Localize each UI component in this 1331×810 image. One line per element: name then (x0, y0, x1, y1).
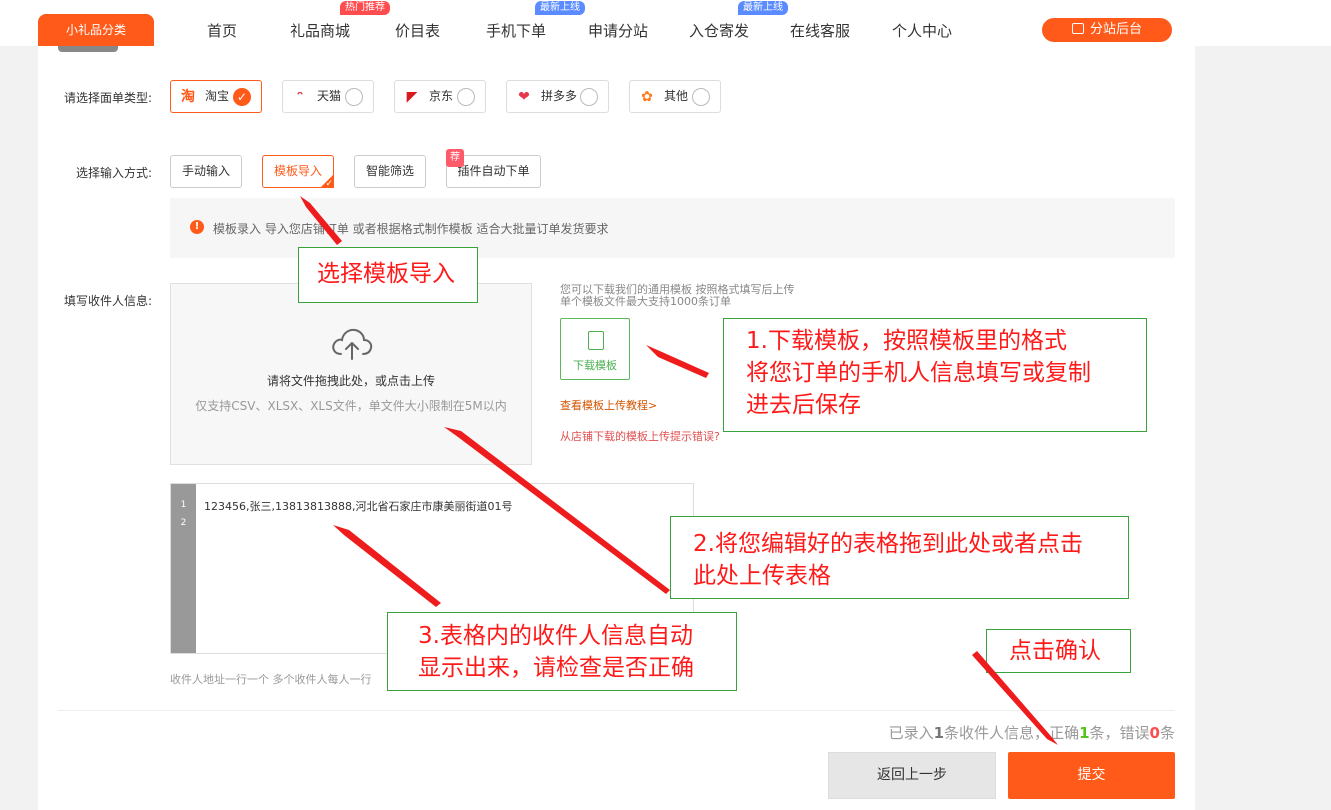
summary-total: 1 (933, 724, 945, 742)
substation-admin-label: 分站后台 (1089, 22, 1142, 37)
recipient-label: 填写收件人信息: (64, 294, 153, 308)
line-number: 2 (180, 518, 187, 528)
summary-text: 条收件人信息， (944, 724, 1050, 742)
other-icon: ✿ (641, 89, 653, 105)
nav-price-list[interactable]: 价目表 (395, 20, 440, 41)
summary-correct-count: 1 (1079, 724, 1090, 742)
substation-admin-button[interactable]: 分站后台 (1042, 18, 1172, 42)
nav-gift-mall[interactable]: 礼品商城 (290, 20, 350, 41)
summary-text: 已录入 (888, 724, 934, 742)
callout-text: 1.下载模板，按照模板里的格式 (746, 328, 1067, 354)
upload-error-help-link[interactable]: 从店铺下载的模板上传提示错误? (560, 428, 720, 444)
notice-text: 模板录入 导入您店铺订单 或者根据格式制作模板 适合大批量订单发货要求 (213, 222, 609, 236)
platform-label: 淘宝 (205, 89, 230, 103)
platform-tmall[interactable]: ᵔ 天猫 (282, 80, 374, 113)
store-icon (1071, 23, 1084, 34)
platform-label: 拼多多 (541, 89, 578, 103)
summary-error-count: 0 (1149, 724, 1160, 742)
editor-hint: 收件人地址一行一个 多个收件人每人一行 (170, 673, 372, 686)
summary-text: 确 (1064, 724, 1080, 742)
mode-manual-input[interactable]: 手动输入 (170, 155, 242, 188)
download-template-label: 下载模板 (573, 359, 617, 372)
callout-step2: 2.将您编辑好的表格拖到此处或者点击 此处上传表格 (670, 516, 1129, 599)
download-file-icon (588, 331, 604, 350)
summary-text: 条，错误 (1089, 724, 1150, 742)
callout-text: 3.表格内的收件人信息自动 (418, 623, 693, 649)
warning-icon: ! (190, 220, 204, 234)
new-badge: 最新上线 (738, 1, 788, 15)
nav-warehouse-shipping[interactable]: 入仓寄发 (689, 20, 749, 41)
platform-label: 天猫 (317, 89, 342, 103)
back-button[interactable]: 返回上一步 (828, 752, 996, 799)
callout-step1: 1.下载模板，按照模板里的格式 将您订单的手机人信息填写或复制 进去后保存 (723, 318, 1147, 432)
platform-taobao[interactable]: 淘 淘宝 ✓ (170, 80, 262, 113)
tmall-icon: ᵔ (296, 89, 304, 105)
radio-icon (345, 88, 363, 106)
top-nav-bar: 小礼品分类 首页 礼品商城 热门推荐 价目表 手机下单 最新上线 申请分站 入仓… (0, 0, 1331, 46)
callout-text: 进去后保存 (746, 392, 861, 418)
callout-text: 将您订单的手机人信息填写或复制 (746, 360, 1091, 386)
upload-secondary-text: 仅支持CSV、XLSX、XLS文件，单文件大小限制在5M以内 (195, 399, 507, 413)
nav-home[interactable]: 首页 (207, 20, 237, 41)
hot-badge: 热门推荐 (340, 1, 390, 15)
callout-select-template: 选择模板导入 (298, 247, 478, 303)
check-icon: ✓ (233, 88, 251, 106)
submit-button[interactable]: 提交 (1008, 752, 1175, 799)
platform-label: 其他 (664, 89, 689, 103)
mode-template-import[interactable]: 模板导入 ✓ (262, 155, 334, 189)
mode-label: 智能筛选 (365, 164, 414, 178)
callout-text: 点击确认 (1009, 638, 1101, 664)
callout-text: 选择模板导入 (317, 261, 455, 287)
taobao-icon: 淘 (181, 89, 195, 105)
platform-label: 请选择面单类型: (64, 91, 153, 105)
line-number-gutter: 1 2 (171, 484, 196, 653)
callout-text: 2.将您编辑好的表格拖到此处或者点击 (693, 531, 1083, 557)
callout-text: 显示出来，请检查是否正确 (418, 655, 694, 681)
callout-confirm: 点击确认 (986, 629, 1131, 673)
entry-summary: 已录入1条收件人信息，正确1条，错误0条 (889, 722, 1175, 743)
template-tip-line2: 单个模板文件最大支持1000条订单 (560, 295, 731, 308)
summary-text: 条 (1159, 724, 1175, 742)
download-template-button[interactable]: 下载模板 (560, 318, 630, 380)
platform-label: 京东 (429, 89, 454, 103)
jd-icon: ◤ (406, 89, 418, 105)
pinduoduo-icon: ❤ (518, 89, 530, 105)
platform-jd[interactable]: ◤ 京东 (394, 80, 486, 113)
category-button[interactable]: 小礼品分类 (38, 14, 154, 46)
recommend-tag: 荐 (446, 149, 464, 167)
platform-other[interactable]: ✿ 其他 (629, 80, 721, 113)
previous-step-tab (58, 46, 118, 52)
mode-label: 手动输入 (181, 164, 230, 178)
mode-label: 模板导入 (273, 164, 322, 178)
mode-smart-filter[interactable]: 智能筛选 (354, 155, 426, 188)
check-icon: ✓ (325, 179, 333, 189)
template-tutorial-link[interactable]: 查看模板上传教程> (560, 397, 657, 413)
radio-icon (692, 88, 710, 106)
nav-apply-substation[interactable]: 申请分站 (588, 20, 648, 41)
callout-step3: 3.表格内的收件人信息自动 显示出来，请检查是否正确 (387, 612, 737, 691)
callout-text: 此处上传表格 (693, 563, 831, 589)
summary-text: 正 (1049, 724, 1065, 742)
upload-primary-text: 请将文件拖拽此处，或点击上传 (266, 374, 435, 388)
radio-icon (457, 88, 475, 106)
radio-icon (580, 88, 598, 106)
input-mode-label: 选择输入方式: (76, 166, 153, 180)
line-number: 1 (180, 500, 187, 510)
new-badge: 最新上线 (535, 1, 585, 15)
nav-personal-center[interactable]: 个人中心 (892, 20, 952, 41)
cloud-upload-icon (332, 328, 373, 360)
footer-divider (58, 710, 1175, 711)
file-upload-dropzone[interactable]: 请将文件拖拽此处，或点击上传 仅支持CSV、XLSX、XLS文件，单文件大小限制… (170, 283, 532, 465)
editor-content: 123456,张三,13813813888,河北省石家庄市康美丽街道01号 (204, 500, 513, 513)
platform-pinduoduo[interactable]: ❤ 拼多多 (506, 80, 609, 113)
nav-online-service[interactable]: 在线客服 (790, 20, 850, 41)
mode-label: 插件自动下单 (457, 164, 530, 178)
nav-mobile-order[interactable]: 手机下单 (486, 20, 546, 41)
